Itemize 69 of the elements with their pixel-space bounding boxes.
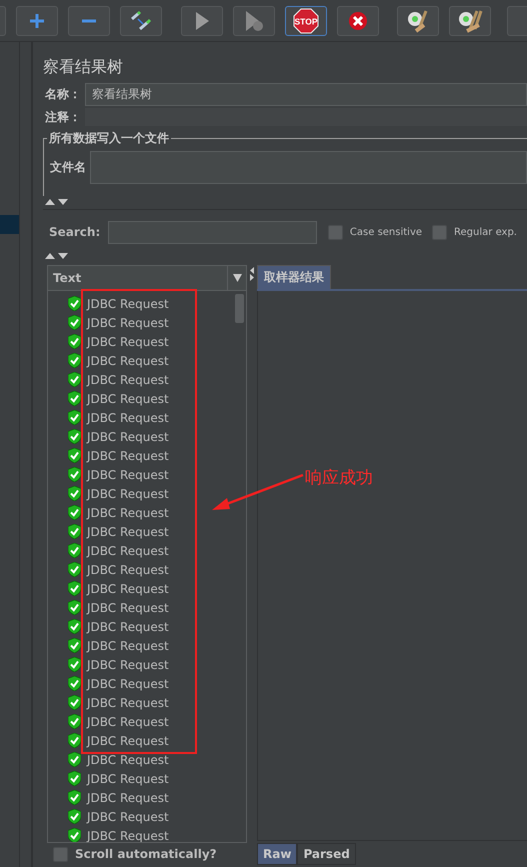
checkbox-label: Case sensitive xyxy=(350,226,422,238)
plus-icon xyxy=(28,12,46,30)
close-icon xyxy=(348,10,368,30)
tree-item[interactable]: JDBC Request xyxy=(87,828,169,842)
tree-item[interactable]: JDBC Request xyxy=(87,410,169,424)
renderer-value: Text xyxy=(53,271,82,285)
tree-item[interactable]: JDBC Request xyxy=(87,486,169,500)
tab[interactable]: Parsed xyxy=(297,843,356,865)
play-icon xyxy=(194,10,210,30)
tree-item[interactable]: JDBC Request xyxy=(87,506,169,520)
checkbox[interactable] xyxy=(328,224,343,240)
tab[interactable]: 取样器结果 xyxy=(257,265,331,289)
stop-sign-icon: STOP xyxy=(293,8,319,34)
checkbox[interactable] xyxy=(432,224,448,240)
panel-title: 察看结果树 xyxy=(43,56,124,78)
tree-item[interactable]: JDBC Request xyxy=(87,468,169,482)
tree-item[interactable]: JDBC Request xyxy=(87,676,169,690)
field-label: 名称： xyxy=(44,86,81,102)
tree-item[interactable]: JDBC Request xyxy=(87,658,169,672)
tree-item[interactable]: JDBC Request xyxy=(87,334,169,348)
tree-item[interactable]: JDBC Request xyxy=(87,638,169,652)
tree-item[interactable]: JDBC Request xyxy=(87,392,169,406)
checkbox-label: Scroll automatically? xyxy=(75,847,217,861)
toolbar-button[interactable] xyxy=(337,6,379,36)
dropdown-arrow-icon xyxy=(232,274,242,282)
tree-item[interactable]: JDBC Request xyxy=(87,600,169,614)
search-label: Search: xyxy=(49,225,100,239)
toggle-pencils-icon xyxy=(130,10,152,30)
toolbar-button[interactable]: STOP xyxy=(285,6,327,36)
collapse-arrows-icon[interactable] xyxy=(44,196,70,207)
tree-item[interactable]: JDBC Request xyxy=(87,562,169,576)
filename-field[interactable] xyxy=(90,151,527,184)
tree-item[interactable]: JDBC Request xyxy=(87,790,169,804)
tree-item[interactable]: JDBC Request xyxy=(87,752,169,766)
tree-item[interactable]: JDBC Request xyxy=(87,354,169,368)
checkbox-label: Regular exp. xyxy=(454,226,517,238)
tree-item[interactable]: JDBC Request xyxy=(87,544,169,558)
toolbar-button[interactable] xyxy=(397,6,439,36)
tree-item[interactable]: JDBC Request xyxy=(87,714,169,728)
toolbar-button[interactable] xyxy=(449,6,491,36)
field-label: 注释： xyxy=(44,108,81,126)
tree-item[interactable]: JDBC Request xyxy=(87,582,169,596)
collapse-arrows-icon[interactable] xyxy=(44,250,70,261)
minus-icon xyxy=(80,18,98,24)
gear-brooms-icon xyxy=(457,8,483,32)
search-field[interactable] xyxy=(108,220,317,244)
gear-broom-icon xyxy=(406,8,430,32)
tree-item[interactable]: JDBC Request xyxy=(87,448,169,462)
selected-tree-row[interactable] xyxy=(0,215,19,234)
renderer-dropdown[interactable]: Text xyxy=(48,266,246,291)
tree-item[interactable]: JDBC Request xyxy=(87,620,169,634)
toolbar-button[interactable] xyxy=(120,6,162,36)
group-title: 所有数据写入一个文件 xyxy=(47,130,171,147)
scrollbar-thumb[interactable] xyxy=(235,294,244,323)
field-label: 文件名 xyxy=(49,159,86,176)
tree-item[interactable]: JDBC Request xyxy=(87,524,169,538)
checkbox[interactable] xyxy=(53,846,68,862)
tree-item[interactable]: JDBC Request xyxy=(87,696,169,710)
tree-item[interactable]: JDBC Request xyxy=(87,734,169,748)
tree-item[interactable]: JDBC Request xyxy=(87,316,169,330)
play-icon xyxy=(244,10,264,32)
tree-item[interactable]: JDBC Request xyxy=(87,810,169,824)
tab[interactable]: Raw xyxy=(257,843,298,865)
tree-item[interactable]: JDBC Request xyxy=(87,372,169,386)
tree-item[interactable]: JDBC Request xyxy=(87,296,169,310)
tree-item[interactable]: JDBC Request xyxy=(87,430,169,444)
tree-item[interactable]: JDBC Request xyxy=(87,772,169,786)
annotation-text: 响应成功 xyxy=(305,467,373,489)
name-field[interactable]: 察看结果树 xyxy=(85,82,527,106)
